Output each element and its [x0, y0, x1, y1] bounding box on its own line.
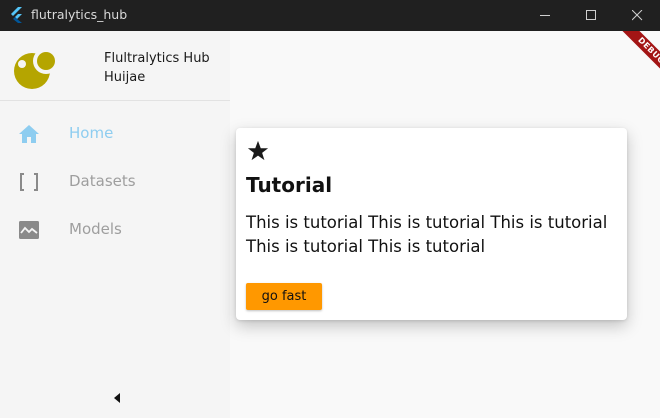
sidebar-item-home[interactable]: Home	[0, 110, 230, 158]
debug-banner: DEBUG	[600, 31, 660, 91]
star-icon	[247, 140, 269, 161]
sidebar-item-datasets[interactable]: Datasets	[0, 158, 230, 206]
user-name: Huijae	[104, 70, 146, 85]
app-logo	[14, 48, 59, 89]
brackets-icon	[18, 172, 40, 192]
close-icon	[631, 10, 642, 21]
minimize-icon	[539, 15, 550, 16]
debug-label: DEBUG	[614, 31, 660, 88]
go-fast-button[interactable]: go fast	[246, 283, 322, 310]
tutorial-card: Tutorial This is tutorial This is tutori…	[236, 128, 627, 320]
sidebar: Flultralytics Hub Huijae Home Datasets M…	[0, 31, 230, 418]
main-content: Tutorial This is tutorial This is tutori…	[230, 31, 660, 418]
sidebar-item-models[interactable]: Models	[0, 206, 230, 254]
caret-left-icon	[114, 393, 120, 403]
close-button[interactable]	[614, 0, 660, 31]
minimize-button[interactable]	[522, 0, 568, 31]
card-body: This is tutorial This is tutorial This i…	[246, 213, 608, 256]
image-icon	[18, 220, 40, 240]
collapse-sidebar-button[interactable]	[105, 386, 129, 410]
card-title: Tutorial	[246, 173, 333, 197]
window-title: flutralytics_hub	[31, 7, 128, 22]
app-name: Flultralytics Hub	[104, 51, 210, 66]
sidebar-item-label: Datasets	[69, 172, 136, 190]
title-bar: flutralytics_hub	[0, 0, 660, 31]
flutter-logo-icon	[11, 7, 22, 23]
maximize-icon	[585, 10, 596, 20]
sidebar-item-label: Models	[69, 220, 122, 238]
home-icon	[18, 124, 40, 144]
maximize-button[interactable]	[568, 0, 614, 31]
sidebar-header: Flultralytics Hub Huijae	[0, 31, 230, 101]
sidebar-item-label: Home	[69, 124, 114, 142]
